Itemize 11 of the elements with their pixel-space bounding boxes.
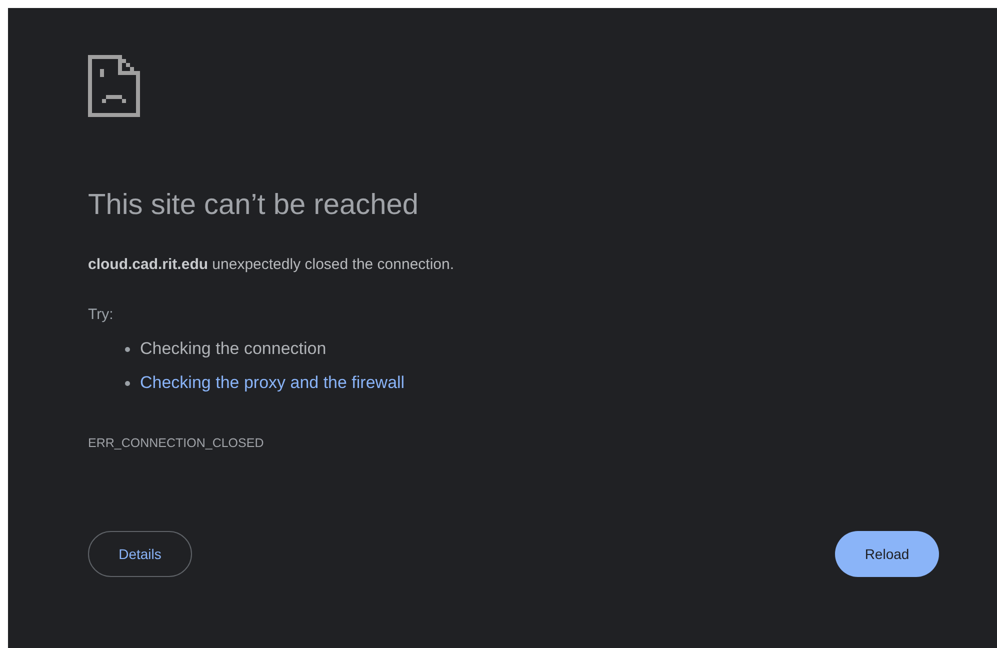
reload-button[interactable]: Reload — [835, 531, 939, 577]
details-button[interactable]: Details — [88, 531, 192, 577]
bullet-icon — [125, 380, 130, 386]
error-heading: This site can’t be reached — [88, 188, 418, 223]
sad-page-icon — [88, 55, 140, 117]
bullet-icon — [125, 346, 130, 352]
error-code: ERR_CONNECTION_CLOSED — [88, 435, 264, 451]
suggestion-link[interactable]: Checking the proxy and the firewall — [140, 373, 405, 393]
suggestion-text: Checking the connection — [140, 339, 326, 359]
error-message: cloud.cad.rit.edu unexpectedly closed the connection. — [88, 255, 454, 275]
try-label: Try: — [88, 305, 114, 325]
